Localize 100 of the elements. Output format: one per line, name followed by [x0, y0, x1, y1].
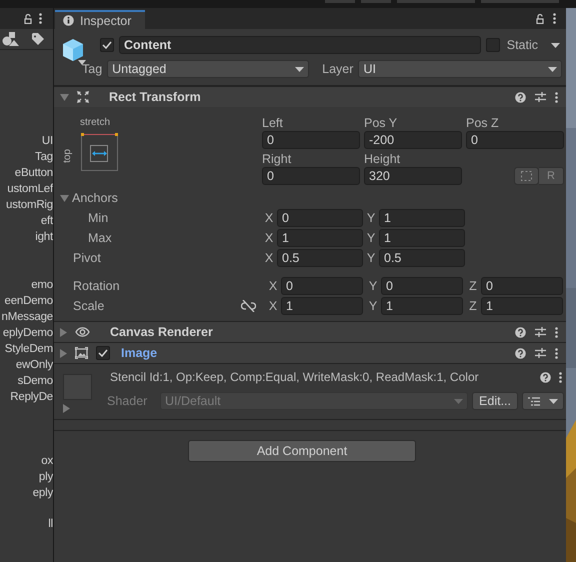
number-field[interactable]: 1 — [277, 229, 363, 247]
axis-label: X — [264, 251, 274, 265]
caret-icon[interactable] — [551, 42, 560, 48]
lock-icon[interactable] — [536, 14, 544, 24]
number-field[interactable]: 0 — [281, 277, 363, 295]
hierarchy-item[interactable]: ewOnly — [16, 357, 53, 373]
add-component-button[interactable]: Add Component — [188, 440, 416, 462]
help-icon[interactable] — [515, 92, 526, 102]
static-label: Static — [506, 38, 538, 52]
number-field[interactable]: 0 — [277, 209, 363, 227]
component-title[interactable]: Canvas Renderer — [110, 325, 213, 339]
expand-triangle-icon[interactable] — [60, 94, 69, 100]
axis-label: X — [264, 211, 274, 225]
field-label: Scale — [73, 299, 104, 313]
component-title[interactable]: Image — [121, 346, 158, 360]
inspector-tab[interactable]: Inspector — [55, 10, 145, 29]
caret-icon[interactable] — [78, 60, 86, 65]
hierarchy-item[interactable]: eButton — [14, 165, 53, 181]
hierarchy-item[interactable]: sDemo — [18, 373, 53, 389]
edit-button[interactable]: Edit... — [472, 392, 518, 410]
number-field[interactable]: 0 — [262, 167, 360, 185]
number-field[interactable]: 0 — [381, 277, 463, 295]
name-field[interactable]: Content — [119, 36, 481, 54]
hierarchy-item[interactable]: eft — [40, 213, 53, 229]
settings-sliders-icon[interactable] — [535, 348, 546, 358]
field-label: Rotation — [73, 279, 120, 293]
layer-dropdown[interactable]: UI — [358, 60, 562, 78]
more-options-icon[interactable] — [555, 348, 558, 358]
shapes-icon[interactable] — [2, 32, 20, 46]
field-label: Pos Z — [466, 115, 500, 131]
collapse-triangle-icon[interactable] — [63, 404, 70, 413]
number-field[interactable]: 1 — [481, 297, 563, 315]
help-icon[interactable] — [515, 348, 526, 358]
axis-label: Y — [366, 251, 376, 265]
image-icon — [75, 347, 88, 359]
caret-icon — [454, 398, 464, 404]
hierarchy-item[interactable]: ox — [41, 453, 53, 469]
hierarchy-item[interactable]: emo — [31, 277, 53, 293]
axis-label: Z — [468, 279, 478, 293]
field-label: Right — [262, 151, 292, 167]
active-checkbox[interactable] — [100, 38, 114, 52]
material-info: Stencil Id:1, Op:Keep, Comp:Equal, WriteMask:0, ReadMask:1, Color — [110, 370, 480, 384]
enabled-checkbox[interactable] — [96, 346, 110, 360]
component-title[interactable]: Rect Transform — [109, 90, 201, 104]
more-options-icon[interactable] — [553, 13, 556, 24]
hierarchy-item[interactable]: eenDemo — [4, 293, 53, 309]
hierarchy-item[interactable]: eplyDemo — [2, 325, 53, 341]
list-dropdown-button[interactable] — [522, 392, 564, 410]
anchor-label: top — [62, 149, 73, 163]
more-options-icon[interactable] — [555, 92, 558, 102]
number-field[interactable]: 0 — [262, 131, 360, 149]
number-field[interactable]: -200 — [364, 131, 462, 149]
collapse-triangle-icon[interactable] — [60, 328, 67, 336]
expand-triangle-icon[interactable] — [60, 194, 69, 202]
tag-dropdown[interactable]: Untagged — [107, 60, 310, 78]
cube-icon — [62, 38, 84, 62]
number-field[interactable]: 1 — [381, 297, 463, 315]
number-field[interactable]: 1 — [281, 297, 363, 315]
blueprint-mode-icon[interactable] — [514, 167, 539, 185]
number-field[interactable]: 0 — [481, 277, 563, 295]
section-label[interactable]: Anchors — [72, 191, 118, 205]
more-options-icon[interactable] — [555, 326, 558, 338]
layer-label: Layer — [322, 62, 354, 76]
help-icon[interactable] — [540, 372, 551, 382]
static-checkbox[interactable] — [486, 38, 500, 52]
collapse-triangle-icon[interactable] — [60, 348, 67, 358]
hierarchy-item[interactable]: Tag — [35, 149, 53, 165]
more-options-icon[interactable] — [39, 13, 42, 24]
lock-icon[interactable] — [24, 14, 32, 24]
hierarchy-item[interactable]: ply — [38, 469, 53, 485]
axis-label: X — [264, 231, 274, 245]
number-field[interactable]: 1 — [379, 209, 465, 227]
number-field[interactable]: 0.5 — [379, 249, 465, 267]
field-label: Min — [88, 211, 108, 225]
hierarchy-item[interactable]: ReplyDe — [10, 389, 53, 405]
help-icon[interactable] — [515, 326, 526, 338]
more-options-icon[interactable] — [559, 372, 562, 382]
anchor-preset-icon[interactable] — [81, 133, 118, 171]
tag-icon[interactable] — [32, 33, 44, 45]
caret-icon — [548, 66, 557, 72]
number-field[interactable]: 0.5 — [277, 249, 363, 267]
caret-icon — [549, 398, 558, 404]
settings-sliders-icon[interactable] — [535, 327, 546, 337]
hierarchy-item[interactable]: UI — [42, 133, 53, 149]
hierarchy-item[interactable]: eply — [32, 485, 53, 501]
unlinked-icon[interactable] — [241, 300, 256, 312]
axis-label: Y — [366, 211, 376, 225]
hierarchy-item[interactable]: nMessage — [2, 309, 53, 325]
list-icon — [528, 396, 540, 406]
settings-sliders-icon[interactable] — [535, 92, 546, 102]
axis-label: Y — [368, 279, 378, 293]
hierarchy-item[interactable]: ustomRig — [6, 197, 53, 213]
hierarchy-item[interactable]: ll — [48, 516, 53, 532]
number-field[interactable]: 0 — [466, 131, 564, 149]
hierarchy-item[interactable]: StyleDem — [4, 341, 53, 357]
hierarchy-item[interactable]: ight — [35, 229, 53, 245]
number-field[interactable]: 1 — [379, 229, 465, 247]
hierarchy-item[interactable]: ustomLef — [7, 181, 53, 197]
number-field[interactable]: 320 — [364, 167, 462, 185]
field-label: Left — [262, 115, 284, 131]
